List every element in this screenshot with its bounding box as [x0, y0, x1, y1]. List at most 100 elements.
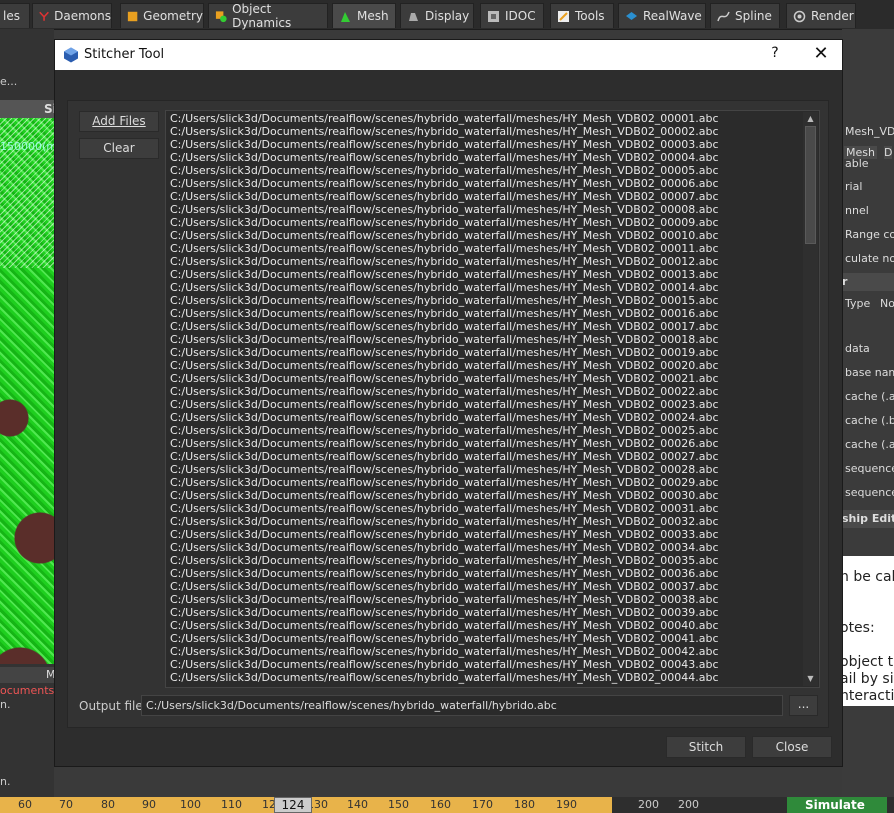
simulate-button[interactable]: Simulate — [787, 797, 887, 813]
rp-item[interactable]: base name — [845, 366, 894, 379]
file-list-item[interactable]: C:/Users/slick3d/Documents/realflow/scen… — [170, 151, 819, 164]
timeline-tick: 90 — [142, 798, 156, 811]
tab-mesh[interactable]: Mesh — [332, 3, 396, 28]
daemon-icon — [39, 11, 49, 21]
3d-viewport[interactable] — [0, 118, 54, 664]
file-list-item[interactable]: C:/Users/slick3d/Documents/realflow/scen… — [170, 229, 819, 242]
file-list-item[interactable]: C:/Users/slick3d/Documents/realflow/scen… — [170, 632, 819, 645]
close-icon[interactable]: ✕ — [811, 44, 831, 64]
file-list-item[interactable]: C:/Users/slick3d/Documents/realflow/scen… — [170, 177, 819, 190]
file-list-scrollbar[interactable]: ▲ ▼ — [803, 112, 818, 686]
add-files-button[interactable]: Add Files — [79, 111, 159, 132]
rp-item[interactable]: able — [845, 157, 869, 170]
close-button[interactable]: Close — [752, 736, 832, 758]
rp-item[interactable]: Range colo — [845, 228, 894, 241]
file-list-item[interactable]: C:/Users/slick3d/Documents/realflow/scen… — [170, 268, 819, 281]
file-list-item[interactable]: C:/Users/slick3d/Documents/realflow/scen… — [170, 294, 819, 307]
file-list-item[interactable]: C:/Users/slick3d/Documents/realflow/scen… — [170, 398, 819, 411]
rp-item[interactable]: data — [845, 342, 870, 355]
file-list-item[interactable]: C:/Users/slick3d/Documents/realflow/scen… — [170, 671, 819, 684]
file-list-item[interactable]: C:/Users/slick3d/Documents/realflow/scen… — [170, 216, 819, 229]
timeline-tick: 200 — [678, 798, 699, 811]
file-list-item[interactable]: C:/Users/slick3d/Documents/realflow/scen… — [170, 645, 819, 658]
timeline-current-frame[interactable]: 124 — [274, 797, 312, 813]
rp-item[interactable]: cache (.bi — [845, 414, 894, 427]
tab-daemons[interactable]: Daemons — [32, 3, 112, 28]
tab-display[interactable]: Display — [400, 3, 474, 28]
file-list-item[interactable]: C:/Users/slick3d/Documents/realflow/scen… — [170, 606, 819, 619]
rp-item[interactable]: nnel — [845, 204, 869, 217]
rp-node-name: Mesh_VDB — [845, 125, 894, 138]
file-list-item[interactable]: C:/Users/slick3d/Documents/realflow/scen… — [170, 281, 819, 294]
file-list-item[interactable]: C:/Users/slick3d/Documents/realflow/scen… — [170, 372, 819, 385]
file-list-item[interactable]: C:/Users/slick3d/Documents/realflow/scen… — [170, 593, 819, 606]
rp-col-type: Type — [845, 297, 871, 310]
rp-item[interactable]: sequence — [845, 486, 894, 499]
file-list-item[interactable]: C:/Users/slick3d/Documents/realflow/scen… — [170, 385, 819, 398]
file-list-item[interactable]: C:/Users/slick3d/Documents/realflow/scen… — [170, 125, 819, 138]
left-top-text: e... — [0, 75, 18, 88]
file-list-item[interactable]: C:/Users/slick3d/Documents/realflow/scen… — [170, 554, 819, 567]
file-list-item[interactable]: C:/Users/slick3d/Documents/realflow/scen… — [170, 658, 819, 671]
scroll-up-icon[interactable]: ▲ — [805, 114, 816, 124]
help-button[interactable]: ? — [767, 45, 783, 63]
tab-particles[interactable]: les — [0, 3, 30, 28]
rp-item[interactable]: rial — [845, 180, 862, 193]
file-list-item[interactable]: C:/Users/slick3d/Documents/realflow/scen… — [170, 580, 819, 593]
output-file-field[interactable]: C:/Users/slick3d/Documents/realflow/scen… — [141, 695, 783, 716]
tab-render[interactable]: Render — [786, 3, 856, 28]
geometry-cube-icon — [127, 11, 138, 21]
file-list-item[interactable]: C:/Users/slick3d/Documents/realflow/scen… — [170, 502, 819, 515]
file-list-item[interactable]: C:/Users/slick3d/Documents/realflow/scen… — [170, 411, 819, 424]
tab-label: Object Dynamics — [232, 2, 292, 30]
tab-tools[interactable]: Tools — [550, 3, 614, 28]
file-list[interactable]: C:/Users/slick3d/Documents/realflow/scen… — [165, 110, 820, 688]
file-list-item[interactable]: C:/Users/slick3d/Documents/realflow/scen… — [170, 567, 819, 580]
file-list-item[interactable]: C:/Users/slick3d/Documents/realflow/scen… — [170, 619, 819, 632]
file-list-item[interactable]: C:/Users/slick3d/Documents/realflow/scen… — [170, 203, 819, 216]
timeline-tick: 160 — [430, 798, 451, 811]
tab-label: Daemons — [54, 9, 111, 23]
browse-button[interactable]: ... — [789, 695, 818, 716]
rp-note-text: ail by sim — [840, 671, 894, 687]
file-list-item[interactable]: C:/Users/slick3d/Documents/realflow/scen… — [170, 333, 819, 346]
file-list-item[interactable]: C:/Users/slick3d/Documents/realflow/scen… — [170, 515, 819, 528]
file-list-item[interactable]: C:/Users/slick3d/Documents/realflow/scen… — [170, 489, 819, 502]
tab-idoc[interactable]: IDOC — [480, 3, 544, 28]
rp-item[interactable]: sequence — [845, 462, 894, 475]
file-list-item[interactable]: C:/Users/slick3d/Documents/realflow/scen… — [170, 320, 819, 333]
rp-item[interactable]: culate norm — [845, 252, 894, 265]
rp-tab-d[interactable]: D — [884, 146, 893, 159]
file-list-item[interactable]: C:/Users/slick3d/Documents/realflow/scen… — [170, 359, 819, 372]
file-list-item[interactable]: C:/Users/slick3d/Documents/realflow/scen… — [170, 346, 819, 359]
file-list-item[interactable]: C:/Users/slick3d/Documents/realflow/scen… — [170, 307, 819, 320]
file-list-item[interactable]: C:/Users/slick3d/Documents/realflow/scen… — [170, 255, 819, 268]
timeline-tick: 80 — [101, 798, 115, 811]
tab-spline[interactable]: Spline — [710, 3, 780, 28]
file-list-item[interactable]: C:/Users/slick3d/Documents/realflow/scen… — [170, 528, 819, 541]
rp-item[interactable]: cache (.ab — [845, 390, 894, 403]
file-list-item[interactable]: C:/Users/slick3d/Documents/realflow/scen… — [170, 164, 819, 177]
file-list-item[interactable]: C:/Users/slick3d/Documents/realflow/scen… — [170, 112, 819, 125]
rp-item[interactable]: cache (.as — [845, 438, 894, 451]
timeline-tick: 190 — [556, 798, 577, 811]
tab-object-dynamics[interactable]: Object Dynamics — [208, 2, 328, 30]
file-list-item[interactable]: C:/Users/slick3d/Documents/realflow/scen… — [170, 424, 819, 437]
file-list-item[interactable]: C:/Users/slick3d/Documents/realflow/scen… — [170, 138, 819, 151]
file-list-item[interactable]: C:/Users/slick3d/Documents/realflow/scen… — [170, 541, 819, 554]
file-list-item[interactable]: C:/Users/slick3d/Documents/realflow/scen… — [170, 190, 819, 203]
scroll-thumb[interactable] — [805, 126, 816, 244]
timeline-tick: 170 — [472, 798, 493, 811]
file-list-item[interactable]: C:/Users/slick3d/Documents/realflow/scen… — [170, 437, 819, 450]
file-list-item[interactable]: C:/Users/slick3d/Documents/realflow/scen… — [170, 463, 819, 476]
stitch-button[interactable]: Stitch — [666, 736, 746, 758]
scroll-down-icon[interactable]: ▼ — [805, 674, 816, 684]
tab-label: Mesh — [357, 9, 389, 23]
tab-geometry[interactable]: Geometry — [120, 3, 204, 28]
file-list-item[interactable]: C:/Users/slick3d/Documents/realflow/scen… — [170, 450, 819, 463]
file-list-item[interactable]: C:/Users/slick3d/Documents/realflow/scen… — [170, 476, 819, 489]
tab-realwave[interactable]: RealWave — [618, 3, 706, 28]
clear-button[interactable]: Clear — [79, 138, 159, 159]
output-file-label: Output file: — [79, 699, 147, 713]
file-list-item[interactable]: C:/Users/slick3d/Documents/realflow/scen… — [170, 242, 819, 255]
